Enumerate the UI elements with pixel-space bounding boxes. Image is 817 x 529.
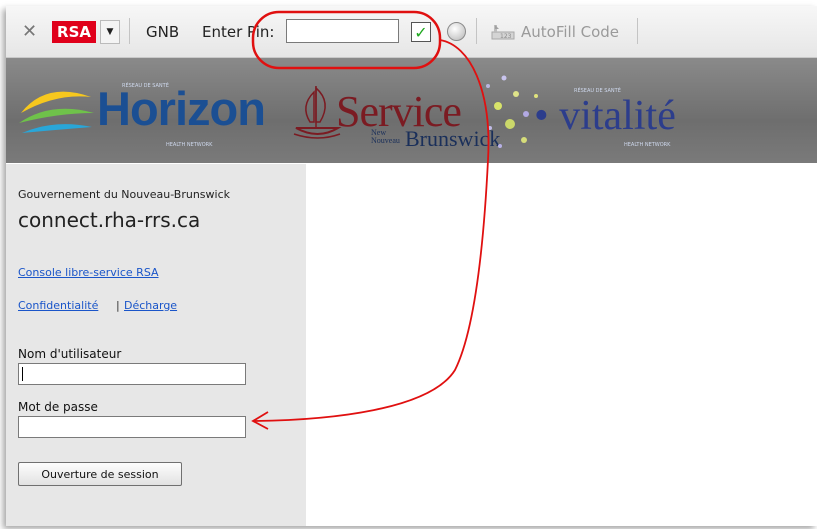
government-label: Gouvernement du Nouveau-Brunswick [18, 188, 230, 201]
rsa-dropdown-button[interactable]: ▼ [100, 20, 120, 44]
horizon-logo-text: Horizon [97, 82, 266, 135]
rsa-logo-text: RSA [52, 20, 96, 43]
autofill-icon: 123 [491, 23, 515, 41]
header-banner: RÉSEAU DE SANTÉ Horizon HEALTH NETWORK S… [6, 58, 817, 163]
pin-input[interactable] [286, 19, 399, 43]
login-button[interactable]: Ouverture de session [18, 462, 182, 486]
close-icon[interactable]: ✕ [22, 6, 37, 57]
toolbar-divider [637, 18, 638, 44]
link-separator: | [116, 299, 120, 312]
gnb-label: GNB [146, 22, 180, 41]
new-nouveau-text: New Nouveau [371, 128, 400, 145]
disclaimer-link[interactable]: Décharge [124, 299, 177, 312]
svg-text:123: 123 [500, 33, 512, 40]
browser-window: ✕ RSA ▼ GNB Enter Pin: ✓ 123 AutoFill Co… [6, 6, 817, 526]
status-circle-icon[interactable] [447, 22, 466, 41]
horizon-tagline-bottom: HEALTH NETWORK [166, 142, 213, 148]
enter-pin-label: Enter Pin: [202, 22, 275, 41]
ship-logo-icon [293, 86, 342, 139]
username-input[interactable] [18, 363, 246, 385]
domain-title: connect.rha-rrs.ca [18, 208, 201, 232]
password-label: Mot de passe [18, 400, 98, 414]
password-input[interactable] [18, 416, 246, 438]
toolbar-divider [476, 18, 477, 44]
login-sidebar: Gouvernement du Nouveau-Brunswick connec… [6, 164, 306, 526]
username-label: Nom d'utilisateur [18, 347, 122, 361]
autofill-label: AutoFill Code [521, 22, 620, 41]
vitalite-logo-text: • vitalité [534, 93, 676, 139]
horizon-logo-icon [19, 91, 94, 133]
text-caret [22, 367, 23, 381]
autofill-code-button[interactable]: 123 AutoFill Code [491, 6, 619, 57]
submit-pin-check-icon[interactable]: ✓ [411, 22, 431, 42]
rsa-logo[interactable]: RSA [52, 6, 96, 57]
check-icon: ✓ [414, 22, 428, 42]
privacy-link[interactable]: Confidentialité [18, 299, 98, 312]
toolbar-divider [129, 18, 130, 44]
chevron-down-icon: ▼ [106, 27, 114, 37]
console-link[interactable]: Console libre-service RSA [18, 266, 159, 279]
vitalite-tagline-bottom: HEALTH NETWORK [624, 142, 671, 148]
rsa-toolbar: ✕ RSA ▼ GNB Enter Pin: ✓ 123 AutoFill Co… [6, 6, 817, 58]
